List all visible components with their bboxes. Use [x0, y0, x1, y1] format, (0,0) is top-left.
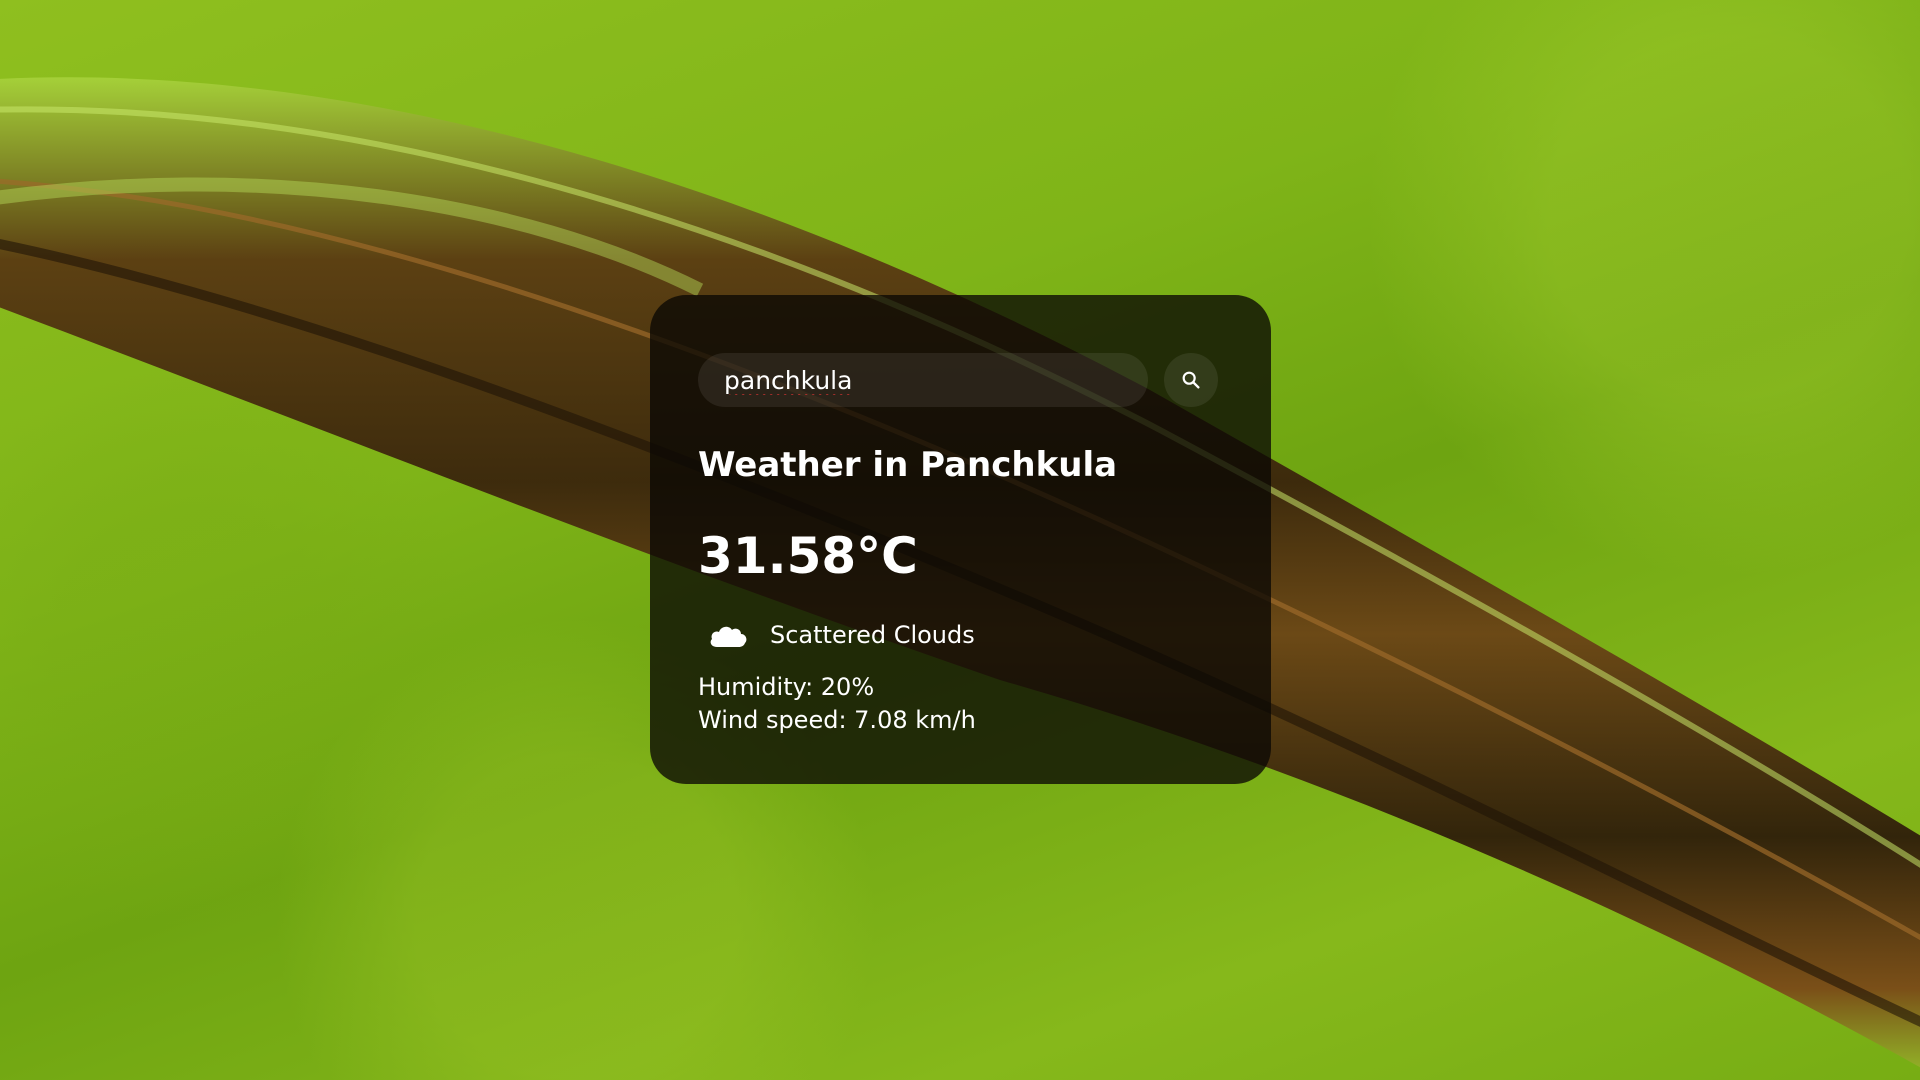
search-icon — [1182, 371, 1200, 389]
weather-title: Weather in Panchkula — [698, 445, 1118, 485]
search-bar — [698, 353, 1226, 407]
weather-description: Scattered Clouds — [770, 621, 975, 649]
search-button[interactable] — [1164, 353, 1218, 407]
condition-row: Scattered Clouds — [708, 615, 975, 655]
cloud-icon — [710, 626, 747, 647]
weather-card: Weather in Panchkula 31.58°C Scattered C… — [650, 295, 1271, 784]
humidity-text: Humidity: 20% — [698, 673, 875, 701]
wind-speed-text: Wind speed: 7.08 km/h — [698, 706, 976, 734]
search-input[interactable] — [698, 353, 1148, 407]
temperature: 31.58°C — [698, 527, 918, 585]
